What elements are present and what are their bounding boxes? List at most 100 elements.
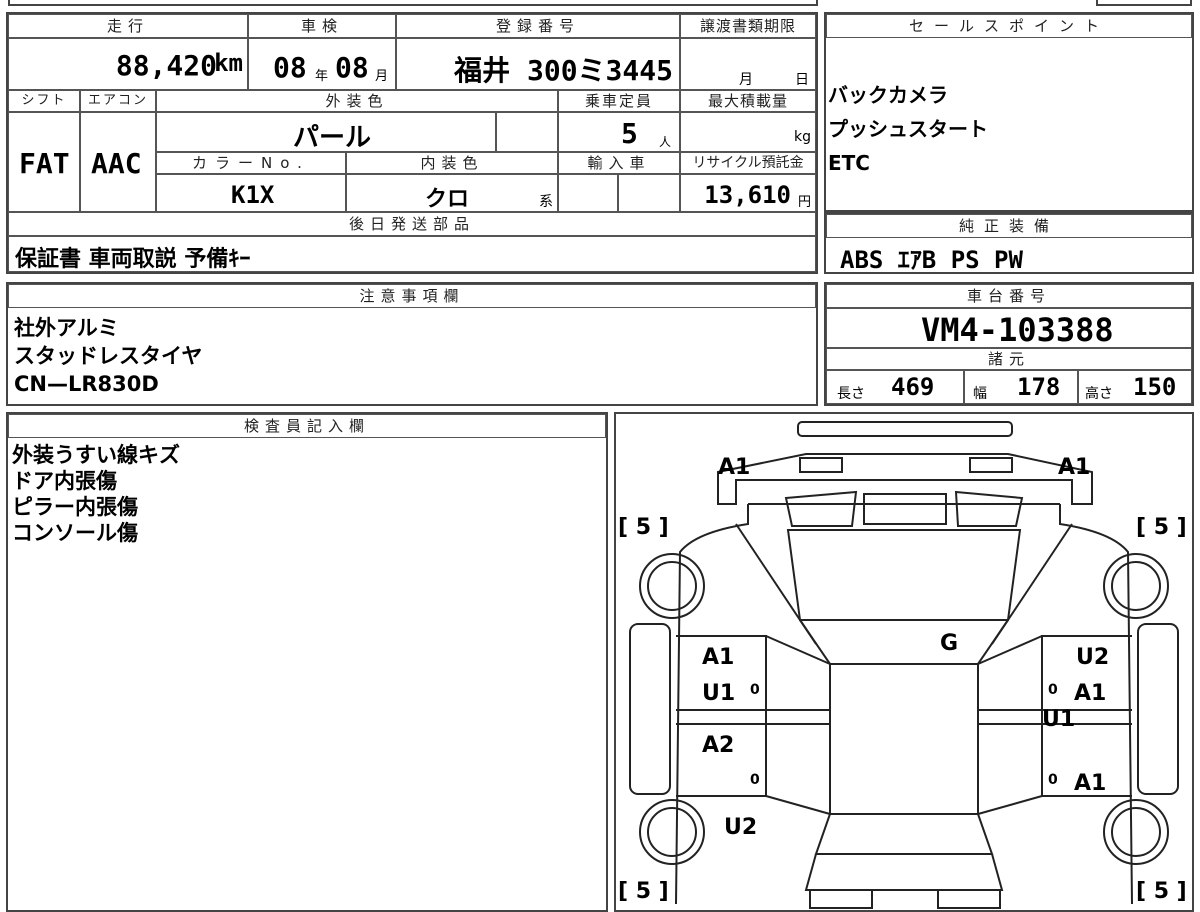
label-right-front-door-1: U2 [1076, 645, 1109, 670]
ac-text: AAC [91, 147, 142, 180]
ac-header: エアコン [80, 90, 156, 112]
label-left-rear-door: A2 [702, 733, 734, 758]
notes-list: 社外アルミ スタッドレスタイヤ CN—LR830D [14, 314, 202, 398]
later-parts-text: 保証書 車両取説 予備ｷｰ [15, 247, 251, 272]
chassis-header: 車台番号 [826, 284, 1192, 308]
label-left-front-door-2: U1 [702, 681, 735, 706]
spec-width: 幅 178 [964, 370, 1078, 404]
inspector-box: 検査員記入欄 外装うすい線キズ ドア内張傷 ピラー内張傷 コンソール傷 [6, 412, 608, 912]
label-windshield: G [940, 631, 958, 656]
left-rocker [629, 623, 671, 795]
inspection-header: 車検 [248, 14, 396, 38]
int-color-text: クロ [425, 187, 470, 212]
color-no-text: K1X [231, 181, 275, 209]
recycle-value: 13,610 円 [680, 174, 816, 212]
registration-header: 登録番号 [396, 14, 680, 38]
body-sides [675, 504, 1133, 905]
label-left-front-door-1: A1 [702, 645, 734, 670]
max-load-header: 最大積載量 [680, 90, 816, 112]
wheel-rear-right [1103, 799, 1169, 865]
label-left-rear: U2 [724, 815, 757, 840]
capacity-value: 5 人 [558, 112, 680, 152]
wheel-front-right [1103, 553, 1169, 619]
inspection-year: 08 [273, 51, 307, 84]
label-front-left: A1 [718, 455, 750, 480]
tire-top-right: [ 5 ] [1136, 515, 1187, 540]
inspection-month: 08 [335, 51, 369, 84]
tail-left [809, 889, 873, 909]
sales-item: バックカメラ [828, 83, 948, 107]
vehicle-info-box: 走行 車検 登録番号 譲渡書類期限 88,420 km 08 年 08 月 福井… [6, 12, 818, 274]
registration-value: 福井 300ミ3445 [396, 38, 680, 90]
ext-color-text: パール [293, 123, 372, 152]
chassis-value: VM4-103388 [826, 308, 1192, 348]
transfer-deadline-value: 月 日 [680, 38, 816, 90]
later-parts-value: 保証書 車両取説 予備ｷｰ [8, 236, 816, 272]
inspector-item: ピラー内張傷 [12, 495, 138, 519]
grille-left [784, 490, 858, 527]
transfer-day: 日 [795, 72, 809, 88]
sales-point-header: セールスポイント [826, 14, 1192, 38]
note-item: スタッドレスタイヤ [14, 344, 203, 368]
shift-header: シフト [8, 90, 80, 112]
recycle-unit: 円 [797, 195, 811, 210]
import-value-1 [558, 174, 618, 212]
color-no-value: K1X [156, 174, 346, 212]
mileage-header: 走行 [8, 14, 248, 38]
top-cropped-strip-right [1096, 0, 1192, 6]
sales-item: プッシュスタート [828, 117, 988, 141]
top-cropped-strip [8, 0, 818, 6]
sales-item: ETC [828, 151, 870, 175]
ext-color-extra [496, 112, 558, 152]
mileage-unit: km [214, 49, 243, 77]
headlight-right [969, 457, 1013, 473]
color-no-header: カラーNo. [156, 152, 346, 174]
capacity-unit: 人 [659, 135, 672, 149]
spec-width-label: 幅 [973, 386, 987, 402]
zero-mark: 0 [750, 682, 760, 698]
recycle-number: 13,610 [704, 181, 791, 209]
wheel-rear-left [639, 799, 705, 865]
int-color-header: 内装色 [346, 152, 558, 174]
grille-right [954, 490, 1024, 527]
ac-value: AAC [80, 112, 156, 212]
front-panel [717, 453, 1093, 505]
label-right-mid: U1 [1042, 707, 1075, 732]
sales-point-list: バックカメラ プッシュスタート ETC [828, 78, 988, 180]
tire-bottom-left: [ 5 ] [618, 879, 669, 904]
spec-length: 長さ 469 [826, 370, 964, 404]
wheel-front-left [639, 553, 705, 619]
tire-bottom-right: [ 5 ] [1136, 879, 1187, 904]
inspector-item: 外装うすい線キズ [12, 443, 180, 467]
max-load-value: kg [680, 112, 816, 152]
inspection-value: 08 年 08 月 [248, 38, 396, 90]
import-header: 輸入車 [558, 152, 680, 174]
inspection-year-unit: 年 [315, 69, 329, 84]
spec-height-value: 150 [1133, 373, 1177, 401]
front-bumper [797, 421, 1013, 437]
ext-color-value: パール [156, 112, 496, 152]
chassis-box: 車台番号 VM4-103388 諸元 長さ 469 幅 178 高さ 150 [824, 282, 1194, 406]
recycle-header: リサイクル預託金 [680, 152, 816, 174]
later-parts-header: 後日発送部品 [8, 212, 816, 236]
notes-header: 注意事項欄 [8, 284, 816, 308]
transfer-month: 月 [739, 72, 753, 88]
mileage-value: 88,420 km [8, 38, 248, 90]
shift-text: FAT [19, 147, 70, 180]
inspection-month-unit: 月 [375, 69, 389, 84]
inspector-item: ドア内張傷 [12, 469, 117, 493]
ext-color-header: 外装色 [156, 90, 558, 112]
zero-mark: 0 [1048, 772, 1058, 788]
mileage-number: 88,420 [115, 49, 217, 82]
transfer-deadline-header: 譲渡書類期限 [680, 14, 816, 38]
capacity-header: 乗車定員 [558, 90, 680, 112]
max-load-unit: kg [794, 129, 811, 145]
chassis-number: VM4-103388 [921, 311, 1114, 348]
inspector-list: 外装うすい線キズ ドア内張傷 ピラー内張傷 コンソール傷 [12, 442, 180, 546]
zero-mark: 0 [1048, 682, 1058, 698]
car-diagram-box: A1 A1 [ 5 ] [ 5 ] G A1 U1 A2 U2 U2 A1 U1… [614, 412, 1194, 912]
headlight-left [799, 457, 843, 473]
windshield [786, 529, 1022, 621]
spec-length-label: 長さ [837, 386, 865, 402]
int-color-value: クロ 系 [346, 174, 558, 212]
